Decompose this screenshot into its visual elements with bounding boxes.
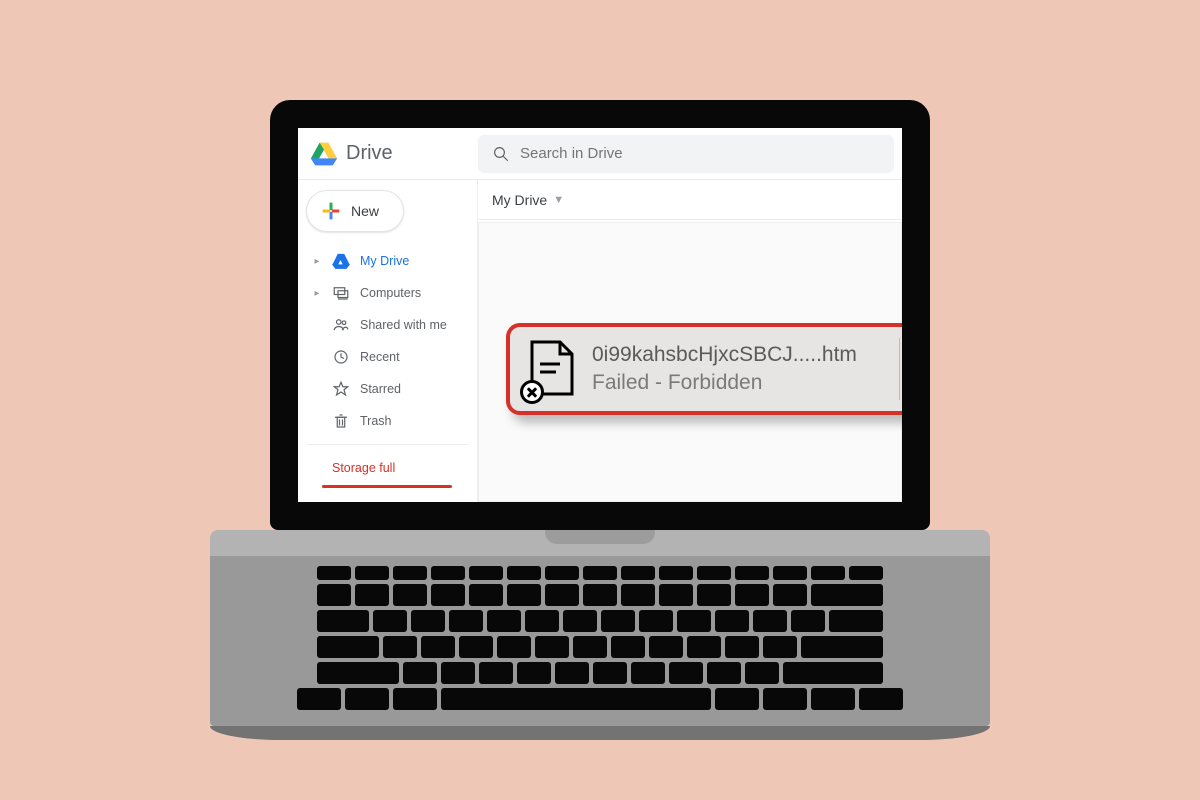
topbar: Drive xyxy=(298,128,902,180)
sidebar-item-label: Recent xyxy=(360,350,400,364)
sidebar-item-label: Computers xyxy=(360,286,421,300)
sidebar-item-starred[interactable]: Starred xyxy=(306,374,469,404)
sidebar-item-computers[interactable]: ▸ Computers xyxy=(306,278,469,308)
recent-icon xyxy=(332,348,350,366)
drive-logo-icon xyxy=(310,141,338,167)
search-box[interactable] xyxy=(478,135,894,173)
star-icon xyxy=(332,380,350,398)
laptop-hinge xyxy=(210,530,990,556)
sidebar-item-my-drive[interactable]: ▸ My Drive xyxy=(306,246,469,276)
sidebar-item-shared[interactable]: Shared with me xyxy=(306,310,469,340)
download-failed-callout[interactable]: 0i99kahsbcHjxcSBCJ.....htm Failed - Forb… xyxy=(506,323,902,415)
download-failed-status: Failed - Forbidden xyxy=(592,369,883,397)
sidebar-separator xyxy=(306,444,469,445)
storage-status[interactable]: Storage full xyxy=(306,453,469,483)
laptop-lid: Drive xyxy=(270,100,930,530)
brand[interactable]: Drive xyxy=(310,141,478,167)
download-failed-text: 0i99kahsbcHjxcSBCJ.....htm Failed - Forb… xyxy=(592,341,883,398)
sidebar-item-recent[interactable]: Recent xyxy=(306,342,469,372)
chevron-right-icon: ▸ xyxy=(312,256,322,267)
sidebar-item-trash[interactable]: Trash xyxy=(306,406,469,436)
sidebar-item-label: My Drive xyxy=(360,254,409,268)
download-failed-filename: 0i99kahsbcHjxcSBCJ.....htm xyxy=(592,341,883,369)
chevron-right-icon: ▸ xyxy=(312,288,322,299)
sidebar-item-label: Trash xyxy=(360,414,392,428)
trash-icon xyxy=(332,412,350,430)
google-drive-app: Drive xyxy=(298,128,902,502)
new-button[interactable]: New xyxy=(306,190,404,232)
plus-icon xyxy=(321,201,341,221)
search-icon xyxy=(492,145,510,163)
error-x-icon xyxy=(520,380,544,404)
storage-label: Storage full xyxy=(332,461,395,475)
chevron-down-icon: ▼ xyxy=(553,194,564,206)
laptop-screen: Drive xyxy=(298,128,902,502)
sidebar: New ▸ My Drive ▸ xyxy=(298,180,478,502)
sidebar-item-label: Starred xyxy=(360,382,401,396)
search-input[interactable] xyxy=(520,145,880,162)
laptop-keyboard xyxy=(280,566,920,714)
laptop-keyboard-deck xyxy=(210,556,990,726)
brand-name: Drive xyxy=(346,142,393,165)
breadcrumb[interactable]: My Drive ▼ xyxy=(478,180,902,220)
file-error-icon xyxy=(526,340,576,398)
shared-icon xyxy=(332,316,350,334)
sidebar-item-label: Shared with me xyxy=(360,318,447,332)
laptop-illustration: Drive xyxy=(270,100,930,740)
breadcrumb-root: My Drive xyxy=(492,192,547,208)
laptop-notch xyxy=(545,530,655,544)
laptop-base-edge xyxy=(210,726,990,740)
callout-separator xyxy=(899,338,900,400)
drive-icon xyxy=(332,252,350,270)
new-button-label: New xyxy=(351,203,379,219)
storage-bar xyxy=(322,485,452,488)
computers-icon xyxy=(332,284,350,302)
